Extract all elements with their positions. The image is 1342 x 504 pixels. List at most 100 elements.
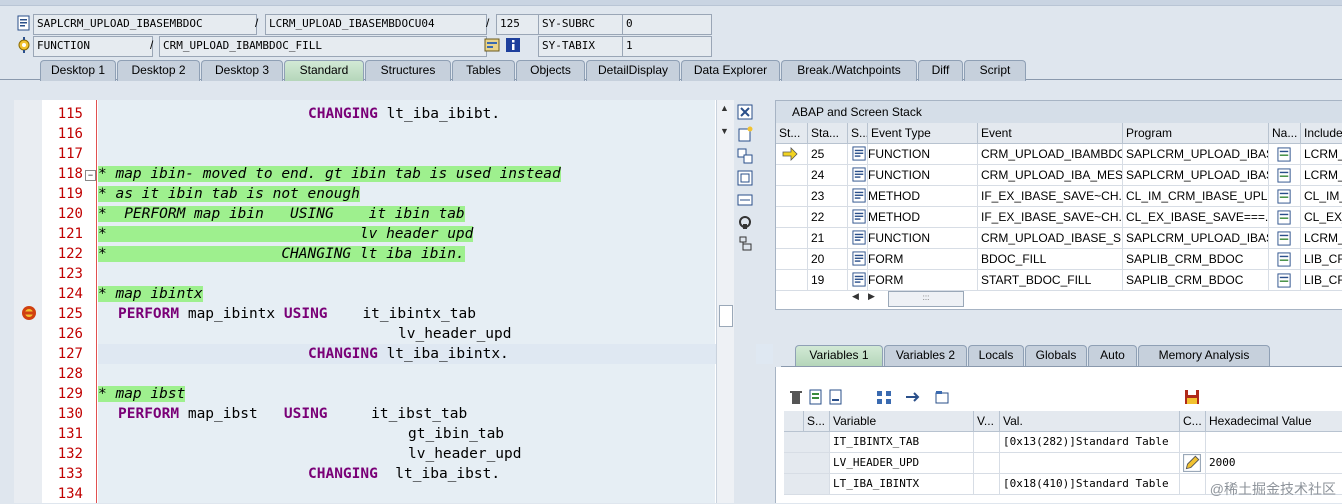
stack-level[interactable]: 24: [808, 165, 848, 186]
new-tool-icon[interactable]: [737, 126, 753, 142]
stack-status-cell[interactable]: [776, 228, 808, 249]
stack-include[interactable]: LIB_CRM: [1301, 249, 1342, 270]
navigate-source-icon[interactable]: [1277, 210, 1292, 225]
col-header[interactable]: St...: [776, 123, 808, 144]
navigate-source-icon[interactable]: [1277, 273, 1292, 288]
folder-icon[interactable]: [934, 389, 950, 405]
stack-status-cell[interactable]: [776, 270, 808, 291]
line-field[interactable]: 125: [496, 14, 542, 35]
insert-row-icon[interactable]: [808, 389, 824, 405]
stack-include[interactable]: LCRM_U: [1301, 165, 1342, 186]
col-header[interactable]: Program: [1123, 123, 1269, 144]
event-type-field[interactable]: FUNCTION: [33, 36, 153, 57]
info-icon[interactable]: [505, 37, 521, 53]
close-icon[interactable]: [737, 104, 753, 120]
col-header[interactable]: Sta...: [808, 123, 848, 144]
variable-value[interactable]: [0x13(282)]Standard Table: [1000, 432, 1180, 453]
stack-event[interactable]: CRM_UPLOAD_IBA_MES...: [978, 165, 1123, 186]
program-field[interactable]: SAPLCRM_UPLOAD_IBASEMBDOC: [33, 14, 257, 35]
breakpoint-gutter[interactable]: [14, 100, 43, 503]
tab-desktop-3[interactable]: Desktop 3: [201, 60, 283, 81]
tab-globals[interactable]: Globals: [1025, 345, 1087, 366]
append-row-icon[interactable]: [828, 389, 844, 405]
stack-include[interactable]: LIB_CRM: [1301, 270, 1342, 291]
col-header[interactable]: Event: [978, 123, 1123, 144]
stack-program[interactable]: SAPLCRM_UPLOAD_IBAS...: [1123, 144, 1269, 165]
row-selector[interactable]: [784, 474, 830, 495]
stack-nav-cell[interactable]: [1269, 249, 1301, 270]
navigate-source-icon[interactable]: [1277, 231, 1292, 246]
tab-diff[interactable]: Diff: [918, 60, 963, 81]
stack-nav-cell[interactable]: [1269, 186, 1301, 207]
variable-value[interactable]: [1000, 453, 1180, 474]
stack-event[interactable]: BDOC_FILL: [978, 249, 1123, 270]
variable-name[interactable]: IT_IBINTX_TAB: [830, 432, 974, 453]
stack-level[interactable]: 23: [808, 186, 848, 207]
tab-tables[interactable]: Tables: [452, 60, 515, 81]
include-field[interactable]: LCRM_UPLOAD_IBASEMBDOCU04: [265, 14, 487, 35]
scroll-up-arrow[interactable]: ▲: [720, 103, 729, 113]
tab-auto[interactable]: Auto: [1088, 345, 1137, 366]
navigate-source-icon[interactable]: [1277, 252, 1292, 267]
stack-nav-cell[interactable]: [1269, 207, 1301, 228]
stack-status-cell[interactable]: [776, 207, 808, 228]
tab-data-explorer[interactable]: Data Explorer: [681, 60, 780, 81]
scroll-thumb[interactable]: [719, 305, 733, 327]
stack-event-type[interactable]: FUNCTION: [852, 228, 978, 249]
tab-desktop-2[interactable]: Desktop 2: [117, 60, 200, 81]
stack-event-type[interactable]: FORM: [852, 249, 978, 270]
stack-status-cell[interactable]: [776, 165, 808, 186]
edit-pencil-icon[interactable]: [1183, 454, 1201, 472]
stack-event-type[interactable]: FUNCTION: [852, 144, 978, 165]
col-header[interactable]: V...: [974, 411, 1000, 432]
code-vertical-scrollbar[interactable]: ▲ ▼: [716, 100, 734, 503]
stack-nav-cell[interactable]: [1269, 228, 1301, 249]
scroll-down-arrow[interactable]: ▼: [720, 126, 729, 136]
stack-status-cell[interactable]: [776, 144, 808, 165]
stack-include[interactable]: LCRM_U: [1301, 144, 1342, 165]
row-selector[interactable]: [784, 432, 830, 453]
col-header[interactable]: S...: [848, 123, 868, 144]
stack-level[interactable]: 20: [808, 249, 848, 270]
col-header[interactable]: Variable: [830, 411, 974, 432]
col-header[interactable]: [784, 411, 804, 432]
scroll-left-arrow[interactable]: ◀: [852, 291, 862, 302]
hierarchy-icon[interactable]: [876, 389, 892, 405]
sysfield2-value[interactable]: 1: [622, 36, 712, 57]
stack-program[interactable]: SAPLCRM_UPLOAD_IBAS...: [1123, 228, 1269, 249]
hscroll-thumb[interactable]: :::: [888, 291, 964, 307]
navigate-source-icon[interactable]: [1277, 168, 1292, 183]
maximize-icon[interactable]: [737, 170, 753, 186]
save-icon[interactable]: [1184, 389, 1200, 405]
navigate-source-icon[interactable]: [1277, 147, 1292, 162]
stack-event[interactable]: IF_EX_IBASE_SAVE~CH...: [978, 207, 1123, 228]
stack-level[interactable]: 25: [808, 144, 848, 165]
stack-program[interactable]: SAPLIB_CRM_BDOC: [1123, 249, 1269, 270]
stack-event-type[interactable]: FUNCTION: [852, 165, 978, 186]
code-editor[interactable]: CHANGING lt_iba_ibibt. * map ibin- moved…: [98, 100, 925, 503]
resize-icon[interactable]: [737, 192, 753, 208]
collapse-toggle[interactable]: −: [85, 170, 96, 181]
row-selector[interactable]: [784, 453, 830, 474]
stack-event-type[interactable]: METHOD: [852, 186, 978, 207]
variable-name[interactable]: LV_HEADER_UPD: [830, 453, 974, 474]
stack-nav-cell[interactable]: [1269, 270, 1301, 291]
tab-detail-display[interactable]: DetailDisplay: [586, 60, 680, 81]
scroll-right-arrow[interactable]: ▶: [868, 291, 875, 302]
stack-program[interactable]: SAPLIB_CRM_BDOC: [1123, 270, 1269, 291]
col-header[interactable]: C...: [1180, 411, 1206, 432]
variable-name[interactable]: LT_IBA_IBINTX: [830, 474, 974, 495]
tab-standard[interactable]: Standard: [284, 60, 364, 81]
stack-event[interactable]: START_BDOC_FILL: [978, 270, 1123, 291]
stack-event-type[interactable]: FORM: [852, 270, 978, 291]
navigate-source-icon[interactable]: [1277, 189, 1292, 204]
stack-status-cell[interactable]: [776, 186, 808, 207]
delete-icon[interactable]: [788, 389, 804, 405]
col-header[interactable]: Include: [1301, 123, 1342, 144]
stack-status-cell[interactable]: [776, 249, 808, 270]
col-header[interactable]: Hexadecimal Value: [1206, 411, 1342, 432]
stack-program[interactable]: CL_EX_IBASE_SAVE===...: [1123, 207, 1269, 228]
stack-event[interactable]: CRM_UPLOAD_IBASE_SI...: [978, 228, 1123, 249]
stack-include[interactable]: LCRM_U: [1301, 228, 1342, 249]
source-code-pane[interactable]: 115 116 117 118 119 120 121 122 123 124 …: [14, 100, 925, 503]
